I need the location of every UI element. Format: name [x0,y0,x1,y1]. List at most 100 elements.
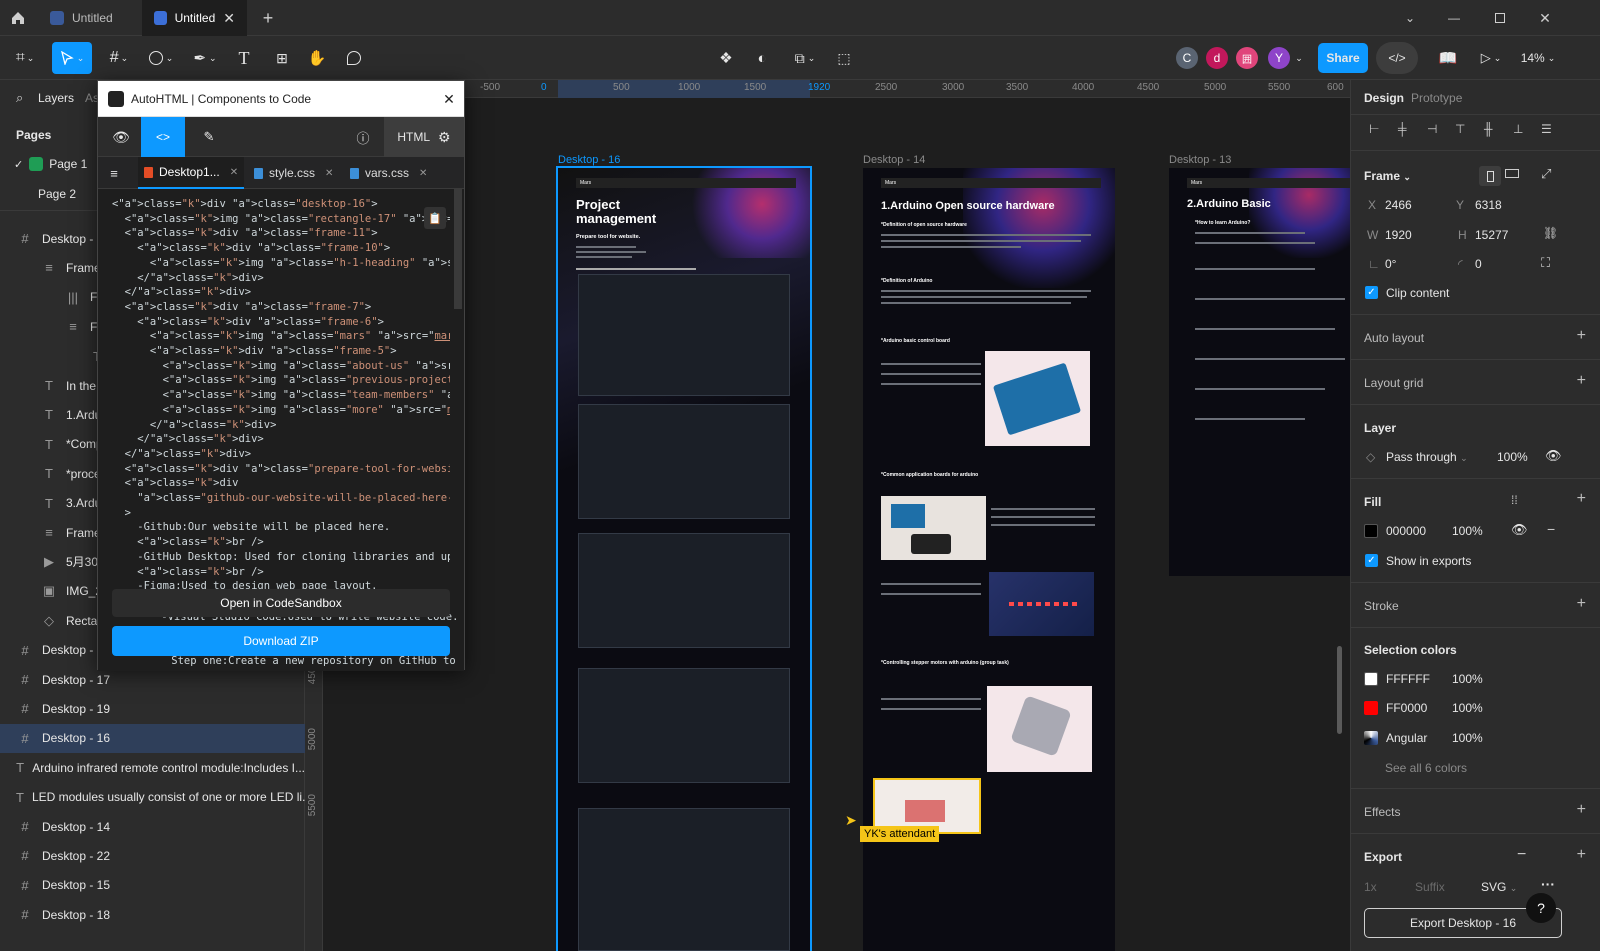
portrait-icon[interactable] [1479,166,1501,186]
avatar[interactable]: d [1206,47,1228,69]
layer-item[interactable]: # Desktop - 15 [0,871,305,900]
export-format-dropdown[interactable]: SVG ⌄ [1481,880,1517,894]
color-opacity[interactable]: 100% [1452,731,1483,745]
rotation-input[interactable]: 0° [1385,257,1396,271]
file-tab[interactable]: style.css ✕ [248,157,339,189]
layer-item[interactable]: # Desktop - 22 [0,841,305,870]
share-button[interactable]: Share [1318,43,1368,73]
align-center-v-icon[interactable]: ╫ [1484,122,1493,136]
align-top-icon[interactable]: ⊤ [1455,122,1465,136]
contrast-icon[interactable]: ◐ [750,42,774,74]
h-input[interactable]: 15277 [1475,228,1508,242]
color-hex[interactable]: Angular [1386,731,1427,745]
corner-radius-input[interactable]: 0 [1475,257,1482,271]
add-auto-layout-icon[interactable]: + [1577,327,1586,345]
close-file-tab-icon[interactable]: ✕ [230,167,238,178]
page-item-2[interactable]: Page 2 [38,187,76,201]
tab-layers[interactable]: Layers [38,91,74,105]
export-more-icon[interactable]: ··· [1541,876,1555,892]
dev-mode-toggle[interactable]: </> [1376,42,1418,74]
constrain-proportions-icon[interactable]: ⛓ [1543,226,1558,240]
layer-item[interactable]: # Desktop - 14 [0,812,305,841]
code-scrollbar[interactable] [454,189,462,309]
copy-clipboard-icon[interactable]: 📋 [424,207,446,229]
open-in-codesandbox-button[interactable]: Open in CodeSandbox [112,589,450,617]
pen-tool-icon[interactable]: ✒ ⌄ [188,42,222,74]
remove-export-icon[interactable]: − [1517,846,1526,864]
visibility-eye-icon[interactable]: 👁 [1545,448,1562,464]
text-tool-icon[interactable]: T [232,42,256,74]
see-all-colors-link[interactable]: See all 6 colors [1385,761,1467,775]
main-menu-icon[interactable]: ⌗ ⌄ [10,42,40,74]
library-icon[interactable]: 📖 [1436,42,1460,74]
hand-tool-icon[interactable]: ✋ [305,42,329,74]
color-opacity[interactable]: 100% [1452,701,1483,715]
crop-icon[interactable]: ⬚ [832,42,856,74]
close-window-icon[interactable]: ✕ [1535,8,1555,28]
desktop-13-frame[interactable]: Mars 2.Arduino Basic *How to learn Ardui… [1169,168,1350,576]
fill-styles-icon[interactable]: ⁞⁞ [1511,493,1518,507]
home-icon[interactable] [8,8,28,28]
add-effect-icon[interactable]: + [1577,801,1586,819]
fill-hex-input[interactable]: 000000 [1386,524,1426,538]
avatars-more-icon[interactable]: ⌄ [1292,42,1306,74]
avatar[interactable]: 囲 [1236,47,1258,69]
preview-eye-icon[interactable]: 👁 [106,121,136,153]
independent-corners-icon[interactable]: ⛶ [1541,255,1550,271]
canvas-scrollbar[interactable] [1337,646,1342,734]
close-tab-icon[interactable]: ✕ [223,10,235,27]
landscape-icon[interactable] [1505,169,1519,178]
comment-tool-icon[interactable] [342,42,366,74]
add-layout-grid-icon[interactable]: + [1577,372,1586,390]
code-view-icon[interactable]: <> [141,117,185,157]
resources-icon[interactable]: ⊞ [270,42,294,74]
minimize-icon[interactable]: — [1444,8,1464,28]
chevron-down-icon[interactable]: ⌄ [1400,8,1420,28]
tab-untitled-1[interactable]: Untitled [38,0,142,36]
layer-opacity-input[interactable]: 100% [1497,450,1528,464]
page-item-1[interactable]: ✓ Page 1 [14,157,87,171]
export-scale[interactable]: 1x [1364,880,1377,894]
file-tab[interactable]: Desktop1... ✕ [138,157,245,189]
export-suffix-input[interactable]: Suffix [1415,880,1445,894]
avatar[interactable]: Y [1268,47,1290,69]
layer-item[interactable]: T LED modules usually consist of one or m… [0,783,305,812]
close-file-tab-icon[interactable]: ✕ [325,168,333,179]
layer-item[interactable]: T Arduino infrared remote control module:… [0,753,305,782]
shape-tool-icon[interactable]: ⌄ [144,42,178,74]
help-circle-icon[interactable]: ⓘ [350,121,376,153]
download-zip-button[interactable]: Download ZIP [112,626,450,656]
tab-prototype[interactable]: Prototype [1411,91,1462,105]
layer-item[interactable]: # Desktop - 19 [0,694,305,723]
frame-label[interactable]: Desktop - 16 [558,154,620,166]
tab-design[interactable]: Design [1364,91,1404,105]
color-hex[interactable]: FF0000 [1386,701,1427,715]
new-tab-icon[interactable]: + [258,8,278,28]
y-input[interactable]: 6318 [1475,198,1502,212]
align-center-h-icon[interactable]: ╪ [1398,122,1407,136]
align-right-icon[interactable]: ⊣ [1427,122,1437,136]
w-input[interactable]: 1920 [1385,228,1412,242]
color-opacity[interactable]: 100% [1452,672,1483,686]
frame-type-dropdown[interactable]: Frame ⌄ [1364,169,1411,183]
color-hex[interactable]: FFFFFF [1386,672,1430,686]
edit-icon[interactable]: ✎ [194,121,224,153]
present-icon[interactable]: ▷ ⌄ [1476,42,1506,74]
fill-visibility-icon[interactable]: 👁 [1511,522,1528,538]
color-swatch[interactable] [1364,672,1378,686]
align-bottom-icon[interactable]: ⊥ [1513,122,1523,136]
file-tab[interactable]: vars.css ✕ [344,157,433,189]
fill-opacity-input[interactable]: 100% [1452,524,1483,538]
close-file-tab-icon[interactable]: ✕ [419,168,427,179]
frame-label[interactable]: Desktop - 13 [1169,154,1231,166]
add-fill-icon[interactable]: + [1577,490,1586,508]
settings-gear-icon[interactable]: ⚙ [438,129,451,146]
layer-item[interactable]: # Desktop - 18 [0,900,305,929]
desktop-16-frame[interactable]: Mars Project management Prepare tool for… [556,166,812,951]
avatar[interactable]: C [1176,47,1198,69]
layer-item[interactable]: # Desktop - 16 [0,723,305,753]
color-swatch[interactable] [1364,701,1378,715]
help-button[interactable]: ? [1526,893,1556,923]
zoom-dropdown[interactable]: 14% ⌄ [1518,42,1558,74]
blend-mode-dropdown[interactable]: Pass through ⌄ [1386,450,1468,464]
